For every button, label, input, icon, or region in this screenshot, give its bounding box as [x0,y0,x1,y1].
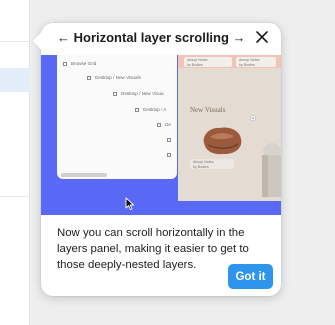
frame-icon [167,152,171,157]
layer-row: De [157,122,171,127]
canvas-card-sub: by Bodies [193,165,209,169]
canvas-card-sub: by Bodies [239,63,255,67]
feature-illustration: Browse Grid Desktop / New Visuals Deskto… [41,55,281,215]
frame-icon [63,61,67,66]
frame-icon [157,122,161,127]
popover-title: ← Horizontal layer scrolling → [57,30,246,45]
frame-icon [87,75,91,80]
canvas-illustration: Aesop Notes by Bodies Aesop Notes by Bod… [178,55,281,201]
rock-image [203,127,242,155]
layer-row: Desktop / A [135,107,167,112]
got-it-button[interactable]: Got it [228,264,273,289]
frame-icon [167,137,171,142]
layer-row: Desktop / New Visua [113,91,164,96]
layer-row [167,137,175,142]
canvas-card-title: Aesop Notes [239,58,260,62]
layer-row: Browse Grid [63,61,96,66]
divider [0,196,30,197]
plus-icon [250,115,256,121]
horizontal-scrollbar [61,173,107,177]
mouse-cursor-icon [125,197,135,211]
canvas-heading: New Visuals [190,106,226,114]
layer-row: Desktop / New Visuals [87,75,141,80]
divider [0,41,30,42]
layer-row [167,152,175,157]
selected-row[interactable] [0,68,30,92]
frame-icon [113,91,117,96]
layers-panel-illustration: Browse Grid Desktop / New Visuals Deskto… [57,55,177,179]
close-icon[interactable] [255,30,269,44]
pedestal-image [262,143,281,197]
frame-icon [135,107,139,112]
canvas-card-sub: by Bodies [187,63,203,67]
feature-popover: ← Horizontal layer scrolling → Browse Gr… [41,23,281,296]
canvas-card-title: Aesop Notes [187,58,208,62]
layers-sidebar [0,0,30,325]
popover-header: ← Horizontal layer scrolling → [41,23,281,55]
canvas-card-title: Aesop Notes [193,160,214,164]
